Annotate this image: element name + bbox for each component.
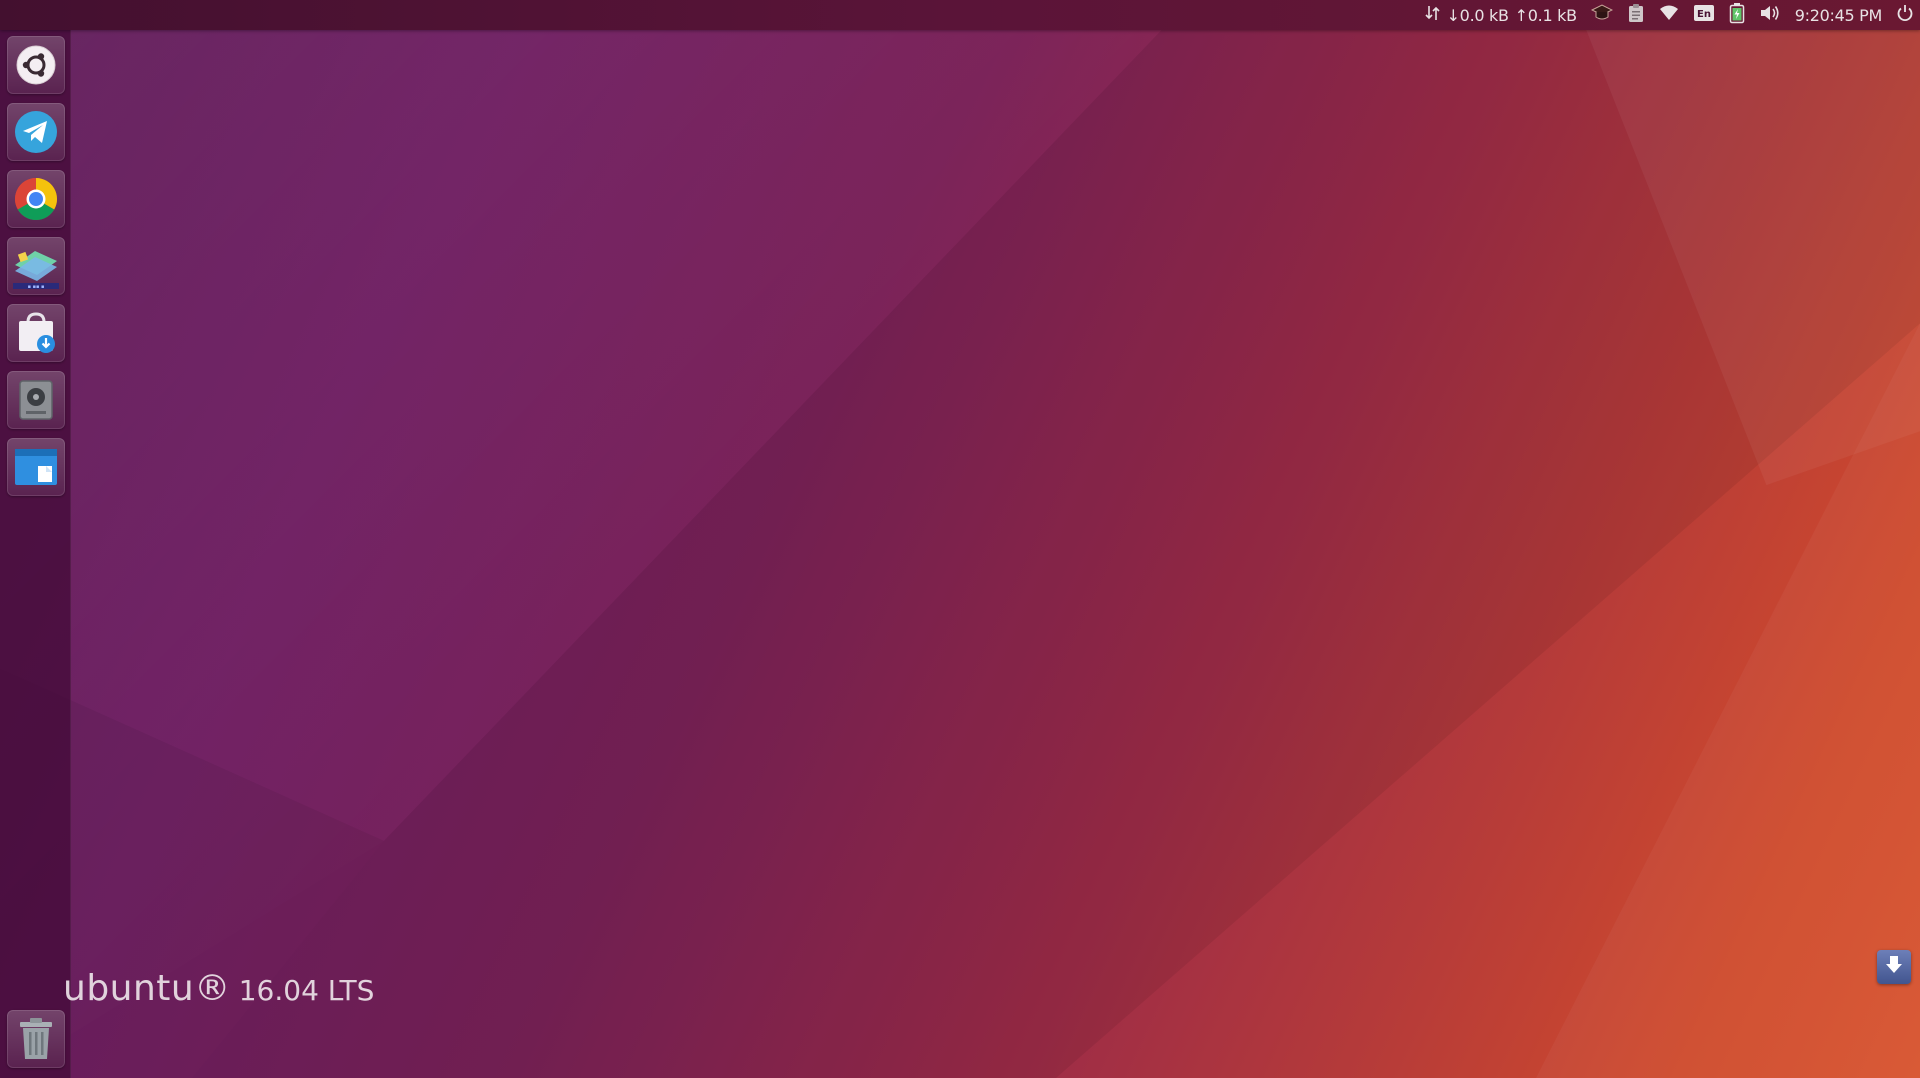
window-icon — [12, 444, 60, 490]
power-icon — [1896, 4, 1914, 26]
trash-icon — [16, 1016, 56, 1062]
launcher-item-trash[interactable] — [7, 1010, 65, 1068]
launcher-item-file-manager[interactable] — [7, 438, 65, 496]
download-speed: ↓0.0 kB — [1446, 5, 1509, 25]
graduation-cap-icon — [1590, 3, 1613, 27]
launcher-item-stack-app[interactable]: ▪ ▪▪ ▪ — [7, 237, 65, 295]
launcher-item-chrome[interactable] — [7, 170, 65, 228]
launcher-item-disk-utility[interactable] — [7, 371, 65, 429]
session-menu[interactable] — [1896, 0, 1914, 30]
launcher: ▪ ▪▪ ▪ — [0, 30, 71, 1078]
keyboard-indicator[interactable]: En — [1693, 0, 1715, 30]
graduation-cap-indicator[interactable] — [1590, 0, 1613, 30]
clipboard-icon — [1627, 3, 1645, 27]
desktop-wallpaper: ↓0.0 kB ↑0.1 kB En 9:20:45 PM ▪ ▪▪ ▪ ubu… — [0, 0, 1920, 1078]
network-speed-indicator[interactable]: ↓0.0 kB ↑0.1 kB — [1425, 0, 1577, 30]
battery-indicator[interactable] — [1729, 0, 1745, 30]
svg-text:▪ ▪▪ ▪: ▪ ▪▪ ▪ — [28, 284, 45, 290]
ubuntu-branding: ubuntu® 16.04 LTS — [63, 968, 374, 1009]
launcher-item-software-center[interactable] — [7, 304, 65, 362]
svg-text:En: En — [1697, 9, 1711, 20]
volume-indicator[interactable] — [1759, 0, 1781, 30]
download-arrow-icon — [1883, 954, 1905, 980]
wifi-indicator[interactable] — [1659, 0, 1679, 30]
brand-name: ubuntu® — [63, 968, 231, 1009]
telegram-icon — [13, 109, 59, 155]
battery-icon — [1729, 2, 1745, 28]
network-transfer-icon — [1425, 4, 1441, 26]
volume-icon — [1759, 4, 1781, 26]
stack-app-icon: ▪ ▪▪ ▪ — [11, 241, 61, 291]
clock-time: 9:20:45 PM — [1794, 5, 1883, 25]
disk-icon — [14, 377, 58, 423]
clock-indicator[interactable]: 9:20:45 PM — [1794, 0, 1883, 30]
clipboard-indicator[interactable] — [1627, 0, 1645, 30]
wifi-icon — [1659, 5, 1679, 25]
download-widget[interactable] — [1877, 950, 1911, 984]
upload-speed: ↑0.1 kB — [1514, 5, 1577, 25]
shopping-bag-icon — [13, 310, 59, 356]
brand-version: 16.04 LTS — [238, 974, 375, 1007]
top-panel: ↓0.0 kB ↑0.1 kB En 9:20:45 PM — [0, 0, 1920, 30]
keyboard-layout-icon: En — [1693, 4, 1715, 26]
indicator-area: ↓0.0 kB ↑0.1 kB En 9:20:45 PM — [1425, 0, 1914, 30]
launcher-item-dash-home[interactable] — [7, 36, 65, 94]
launcher-item-telegram[interactable] — [7, 103, 65, 161]
chrome-icon — [13, 176, 59, 222]
ubuntu-logo-icon — [15, 44, 57, 86]
